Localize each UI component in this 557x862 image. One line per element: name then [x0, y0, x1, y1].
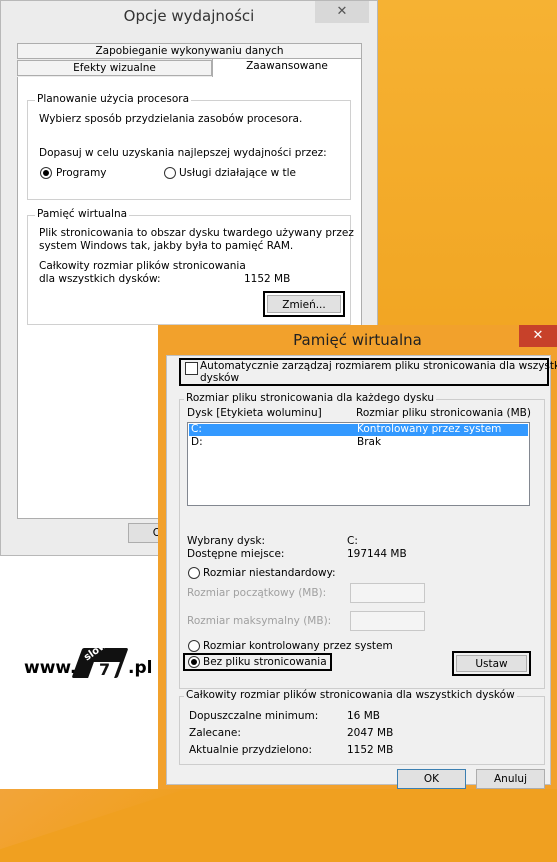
dialog-title: Pamięć wirtualna [293, 331, 422, 349]
custom-size-radio[interactable] [188, 567, 200, 579]
size-column-header: Rozmiar pliku stronicowania (MB) [356, 407, 531, 419]
watermark-number: 7 [99, 660, 111, 679]
drive-size: Brak [357, 436, 382, 448]
set-button[interactable]: Ustaw [456, 655, 527, 672]
watermark-badge: slow 7 [71, 640, 129, 682]
system-managed-radio[interactable] [188, 640, 200, 652]
allocated-value: 1152 MB [347, 744, 394, 756]
programs-radio[interactable] [40, 167, 52, 179]
cpu-adjust-text: Dopasuj w celu uzyskania najlepszej wyda… [39, 147, 327, 159]
custom-size-radio-label[interactable]: Rozmiar niestandardowy: [203, 567, 336, 579]
selected-drive-label: Wybrany dysk: [187, 535, 266, 547]
virtual-memory-desc-line2: system Windows tak, jakby była to pamięć… [39, 240, 294, 252]
initial-size-input[interactable] [350, 583, 425, 603]
selected-drive-value: C: [347, 535, 358, 547]
per-drive-group-label: Rozmiar pliku stronicowania dla każdego … [184, 392, 436, 404]
ok-button[interactable]: OK [397, 769, 466, 789]
auto-manage-label-line2[interactable]: dysków [200, 372, 239, 384]
programs-radio-label[interactable]: Programy [56, 167, 107, 179]
total-size-label-line1: Całkowity rozmiar plików stronicowania [39, 260, 246, 272]
total-size-label-line2: dla wszystkich dysków: [39, 273, 161, 285]
system-managed-radio-label[interactable]: Rozmiar kontrolowany przez system [203, 640, 393, 652]
free-space-label: Dostępne miejsce: [187, 548, 285, 560]
tab-visual-effects[interactable]: Efekty wizualne [17, 60, 212, 76]
dialog-body: Automatycznie zarządzaj rozmiarem pliku … [166, 355, 557, 789]
watermark-prefix: www. [24, 658, 77, 678]
cpu-description: Wybierz sposób przydzielania zasobów pro… [39, 113, 303, 125]
watermark-logo: www. slow 7 .pl [24, 640, 164, 690]
drive-list[interactable]: C: Kontrolowany przez system D: Brak [187, 422, 530, 506]
drive-row-d[interactable]: D: Brak [189, 436, 528, 449]
minimum-value: 16 MB [347, 710, 380, 722]
no-paging-file-radio-label[interactable]: Bez pliku stronicowania [203, 656, 327, 668]
cancel-button[interactable]: Anuluj [476, 769, 545, 789]
free-space-value: 197144 MB [347, 548, 407, 560]
virtual-memory-label: Pamięć wirtualna [35, 208, 130, 220]
close-icon[interactable]: ✕ [315, 1, 369, 23]
total-size-value: 1152 MB [244, 273, 291, 285]
allocated-label: Aktualnie przydzielono: [189, 744, 312, 756]
drive-column-header: Dysk [Etykieta woluminu] [187, 407, 322, 419]
initial-size-label: Rozmiar początkowy (MB): [187, 587, 327, 599]
recommended-label: Zalecane: [189, 727, 241, 739]
tab-data-execution-prevention[interactable]: Zapobieganie wykonywaniu danych [17, 43, 362, 59]
background-services-radio[interactable] [164, 167, 176, 179]
tab-advanced[interactable]: Zaawansowane [212, 58, 362, 77]
auto-manage-checkbox[interactable] [185, 362, 198, 375]
cpu-scheduling-label: Planowanie użycia procesora [35, 93, 192, 105]
drive-size: Kontrolowany przez system [357, 423, 502, 435]
drive-letter: D: [191, 436, 203, 448]
close-icon[interactable]: ✕ [519, 325, 557, 347]
drive-row-c[interactable]: C: Kontrolowany przez system [189, 423, 528, 436]
virtual-memory-desc-line1: Plik stronicowania to obszar dysku tward… [39, 227, 354, 239]
change-button[interactable]: Zmień... [267, 295, 341, 313]
watermark-suffix: .pl [128, 658, 153, 678]
max-size-label: Rozmiar maksymalny (MB): [187, 615, 332, 627]
background-services-radio-label[interactable]: Usługi działające w tle [179, 167, 296, 179]
auto-manage-label-line1[interactable]: Automatycznie zarządzaj rozmiarem pliku … [200, 360, 557, 372]
drive-letter: C: [191, 423, 202, 435]
totals-group-label: Całkowity rozmiar plików stronicowania d… [184, 689, 517, 701]
no-paging-file-radio[interactable] [188, 656, 200, 668]
virtual-memory-dialog: Pamięć wirtualna ✕ Automatycznie zarządz… [158, 325, 557, 789]
recommended-value: 2047 MB [347, 727, 394, 739]
max-size-input[interactable] [350, 611, 425, 631]
minimum-label: Dopuszczalne minimum: [189, 710, 319, 722]
